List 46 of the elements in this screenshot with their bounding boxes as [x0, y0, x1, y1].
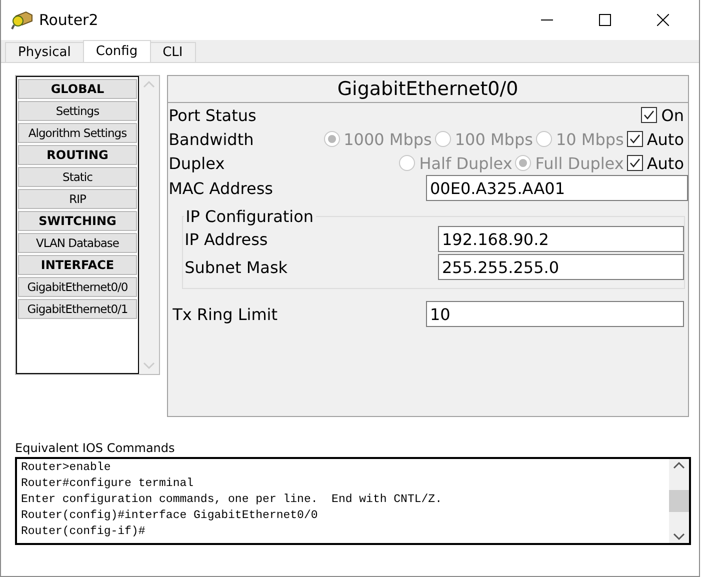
- close-icon: [657, 14, 669, 26]
- sidebar-header[interactable]: SWITCHING: [18, 211, 137, 231]
- input-field[interactable]: 192.168.90.2: [438, 226, 684, 252]
- console-line: Router(config)#interface GigabitEthernet0/0: [21, 508, 319, 524]
- sidebar-header[interactable]: GLOBAL: [18, 79, 137, 99]
- field-label: Bandwidth: [168, 130, 254, 148]
- group-title: IP Configuration: [184, 207, 315, 226]
- sidebar-item[interactable]: GigabitEthernet0/1: [18, 299, 137, 319]
- tab[interactable]: CLI: [150, 42, 196, 62]
- field-label: Subnet Mask: [184, 258, 288, 276]
- tab[interactable]: Physical: [5, 42, 84, 62]
- field-label: MAC Address: [168, 178, 274, 198]
- checkbox[interactable]: On: [641, 106, 684, 124]
- scroll-down-icon[interactable]: [673, 533, 685, 541]
- input-field[interactable]: 10: [426, 301, 684, 327]
- input-field[interactable]: 00E0.A325.AA01: [426, 175, 688, 201]
- scrollbar-thumb[interactable]: [669, 490, 689, 512]
- window-title: Router2: [39, 11, 100, 29]
- sidebar-item[interactable]: VLAN Database: [18, 233, 137, 253]
- checkmark-icon: [643, 109, 656, 121]
- sidebar-item[interactable]: Algorithm Settings: [18, 123, 137, 143]
- field-label: Tx Ring Limit: [172, 304, 278, 324]
- sidebar-header[interactable]: INTERFACE: [18, 255, 137, 275]
- sidebar-item[interactable]: Static: [18, 167, 137, 187]
- checkmark-icon: [628, 133, 641, 145]
- checkmark-icon: [628, 157, 641, 169]
- console-line: Router#configure terminal: [21, 476, 195, 492]
- field-label: IP Address: [184, 230, 268, 248]
- sidebar-header[interactable]: ROUTING: [18, 145, 137, 165]
- input-field[interactable]: 255.255.255.0: [438, 254, 684, 280]
- checkbox[interactable]: Auto: [626, 130, 684, 148]
- field-label: Duplex: [168, 154, 225, 172]
- scroll-up-icon[interactable]: [673, 461, 685, 469]
- checkbox[interactable]: Auto: [626, 154, 684, 172]
- minimize-icon: [541, 19, 553, 21]
- sidebar-item[interactable]: Settings: [18, 101, 137, 121]
- section-label: Equivalent IOS Commands: [15, 441, 176, 455]
- sidebar-item[interactable]: GigabitEthernet0/0: [18, 277, 137, 297]
- maximize-icon: [599, 14, 611, 26]
- tab[interactable]: Config: [82, 40, 151, 62]
- field-label: Port Status: [168, 106, 256, 124]
- sidebar-item[interactable]: RIP: [18, 189, 137, 209]
- console-line: Enter configuration commands, one per line. End with CNTL/Z.: [21, 492, 443, 508]
- console-line: Router(config-if)#: [21, 524, 146, 540]
- router-icon: [11, 10, 33, 30]
- console-line: Router>enable: [21, 460, 112, 476]
